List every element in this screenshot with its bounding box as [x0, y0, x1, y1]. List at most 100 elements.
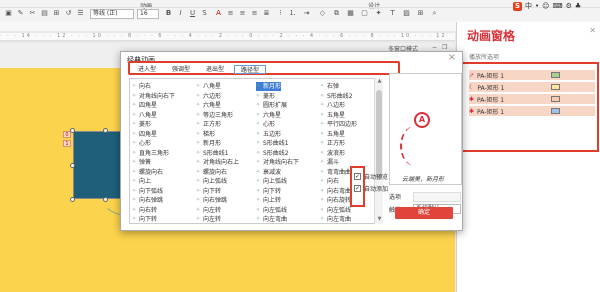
effect-option[interactable]: 向下转	[196, 187, 221, 196]
shape-icon[interactable]: ◇	[318, 9, 327, 18]
effects-icon[interactable]: ✦	[374, 9, 383, 18]
effect-option[interactable]: 六角星	[196, 101, 221, 110]
effect-option[interactable]: 对角线向右上	[196, 158, 239, 167]
effect-option[interactable]: 四角星	[132, 130, 157, 139]
effect-option[interactable]: 新月形	[196, 139, 221, 148]
effect-option[interactable]: 心形	[256, 120, 275, 129]
font-color-icon[interactable]: A	[214, 9, 223, 18]
punctuation-icon[interactable]: •	[535, 2, 539, 10]
effect-option[interactable]: 向上转	[256, 196, 281, 205]
effect-option[interactable]: 弯弯曲曲	[320, 168, 351, 177]
effect-option[interactable]: 圆形扩展	[256, 101, 287, 110]
play-selected-button[interactable]: 播放所选项	[469, 52, 499, 61]
text-box-icon[interactable]: T	[388, 9, 397, 18]
effect-option[interactable]: 五边形	[256, 130, 281, 139]
arrange-icon[interactable]: ⧉	[332, 9, 341, 18]
skin-icon[interactable]: ♣	[575, 2, 581, 10]
effect-option[interactable]: 向左弯曲	[320, 215, 351, 223]
emoji-icon[interactable]: ☺	[542, 2, 549, 10]
effect-option[interactable]: S形曲线2	[256, 149, 289, 158]
picture-icon[interactable]: ▨	[402, 9, 411, 18]
cut-icon[interactable]: ✂	[28, 9, 37, 18]
effect-option[interactable]: 向下转	[132, 215, 157, 223]
sogou-logo-icon[interactable]: S	[513, 1, 522, 11]
outline-icon[interactable]: ▢	[360, 9, 369, 18]
effect-option[interactable]: 直角三角形	[132, 149, 169, 158]
font-size-select[interactable]: 16	[137, 9, 159, 19]
scroll-down-icon[interactable]: ▼	[375, 216, 384, 224]
resize-handle[interactable]	[70, 163, 75, 168]
bullets-icon[interactable]: ⁝	[276, 9, 285, 18]
resize-handle[interactable]	[70, 128, 75, 133]
effect-option[interactable]: 螺旋向右	[196, 168, 227, 177]
scroll-thumb[interactable]	[376, 90, 382, 180]
find-icon[interactable]: ⌕	[430, 9, 439, 18]
effect-option[interactable]: 梯形	[196, 130, 215, 139]
bold-icon[interactable]: B	[164, 9, 173, 18]
resize-handle[interactable]	[103, 128, 108, 133]
minimize-icon[interactable]: −	[432, 44, 437, 51]
effect-option[interactable]: 向上弧线	[196, 177, 227, 186]
effect-option[interactable]: 衰减波	[256, 168, 281, 177]
tab-emphasis[interactable]: 强调型	[166, 65, 196, 74]
effect-option[interactable]: 八角星	[132, 111, 157, 120]
restore-icon[interactable]: ❐	[442, 44, 447, 51]
align-center-icon[interactable]: ≡	[238, 9, 247, 18]
effect-option[interactable]: 向左转	[196, 215, 221, 223]
auto-preview-option[interactable]: ✓ 自动预览	[354, 172, 388, 181]
effect-option[interactable]: 八边形	[320, 101, 345, 110]
effect-option[interactable]: 向左弯曲	[256, 215, 287, 223]
new-slide-icon[interactable]: ▤	[40, 9, 49, 18]
effect-option[interactable]: 对角线向右下	[132, 92, 175, 101]
effect-option[interactable]: S形曲线1	[196, 149, 229, 158]
table-icon[interactable]: ⊞	[416, 9, 425, 18]
indent-icon[interactable]: ⇥	[302, 9, 311, 18]
effect-option[interactable]: 向左弧线	[320, 206, 351, 215]
animation-list-item[interactable]: ✱ PA-矩形 1	[469, 94, 595, 104]
effect-option[interactable]: 心形	[132, 139, 151, 148]
effect-option[interactable]: 向右弹跳	[196, 196, 227, 205]
auto-add-checkbox[interactable]: ✓	[354, 185, 361, 192]
effect-grid-scrollbar[interactable]: ▲ ▼	[374, 78, 383, 224]
effect-option[interactable]: 六角星	[256, 111, 281, 120]
justify-icon[interactable]: ≣	[262, 9, 271, 18]
settings-icon[interactable]: ⚙	[566, 2, 572, 10]
effect-option[interactable]: 向上	[132, 177, 151, 186]
tab-entrance[interactable]: 进入型	[132, 65, 162, 74]
effect-option[interactable]: 菱形	[132, 120, 151, 129]
underline-icon[interactable]: U	[188, 9, 197, 18]
resize-handle[interactable]	[70, 197, 75, 202]
animation-list-item[interactable]: ↗ PA-矩形 1	[469, 70, 595, 80]
fill-icon[interactable]: ▦	[346, 9, 355, 18]
effect-option[interactable]: 向右	[320, 177, 339, 186]
effect-option[interactable]: 弹簧	[132, 158, 151, 167]
auto-add-option[interactable]: ✓ 自动添加	[354, 184, 388, 193]
effect-option[interactable]: 等边三角形	[196, 111, 233, 120]
layout-icon[interactable]: ⊞	[52, 9, 61, 18]
close-icon[interactable]: ×	[448, 52, 456, 63]
effect-option[interactable]: 向右弯曲	[320, 187, 351, 196]
effect-option[interactable]: 向右弹跳	[132, 196, 163, 205]
effect-option[interactable]: 新月形	[256, 82, 282, 91]
keyboard-icon[interactable]: ⌨	[552, 2, 562, 10]
strikethrough-icon[interactable]: S	[200, 9, 209, 18]
option-select[interactable]	[413, 192, 461, 202]
effect-option[interactable]: 四角星	[132, 101, 157, 110]
effect-option[interactable]: S形曲线1	[256, 139, 289, 148]
effect-option[interactable]: 向下转	[256, 187, 281, 196]
tab-motion-path[interactable]: 路径型	[234, 65, 267, 74]
tab-exit[interactable]: 退出型	[200, 65, 230, 74]
animation-list-item[interactable]: ☾ PA-矩形 1	[469, 82, 595, 92]
effect-option[interactable]: 向左弧线	[256, 206, 287, 215]
effect-option[interactable]: 向右	[132, 82, 151, 91]
section-icon[interactable]: ☰	[76, 9, 85, 18]
animation-order-tag[interactable]: 1	[63, 140, 71, 147]
close-icon[interactable]: ✕	[589, 26, 596, 35]
format-painter-icon[interactable]: ✎	[16, 9, 25, 18]
effect-option[interactable]: 波浪形	[320, 149, 345, 158]
numbering-icon[interactable]: ⒈	[288, 9, 297, 18]
effect-option[interactable]: 螺旋向右	[132, 168, 163, 177]
effect-option[interactable]: 正方形	[320, 139, 345, 148]
effect-option[interactable]: 五角星	[320, 130, 345, 139]
scroll-up-icon[interactable]: ▲	[375, 78, 384, 86]
